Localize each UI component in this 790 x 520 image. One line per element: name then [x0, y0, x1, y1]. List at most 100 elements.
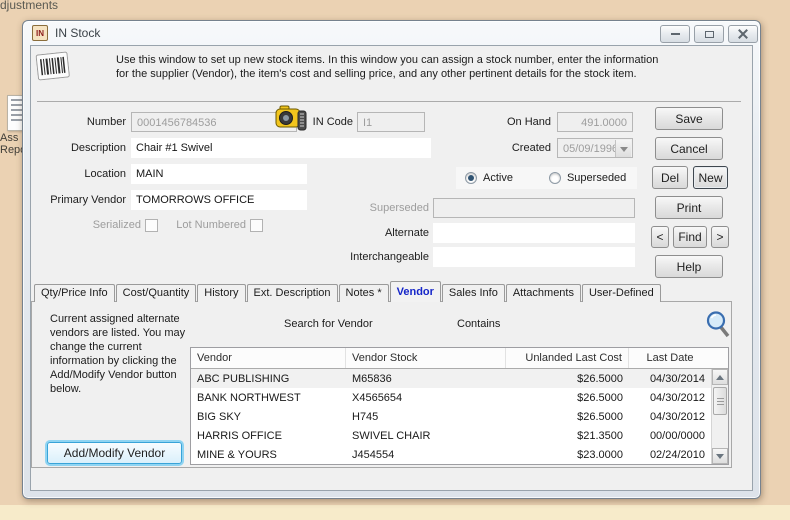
in-stock-window: IN IN Stock Use this window to set up ne…: [22, 20, 761, 499]
cell-vendor-stock: H745: [352, 410, 379, 423]
cell-vendor-stock: J454554: [352, 448, 395, 461]
find-prev-button[interactable]: <: [651, 226, 669, 248]
cell-cost: $26.5000: [577, 372, 623, 385]
cancel-button[interactable]: Cancel: [655, 137, 723, 160]
tab-notes[interactable]: Notes *: [338, 284, 389, 302]
tab-qty-price-info[interactable]: Qty/Price Info: [34, 284, 115, 302]
superseded-field[interactable]: [433, 198, 635, 218]
created-dropdown-button[interactable]: [615, 140, 631, 157]
window-title: IN Stock: [55, 26, 101, 40]
lot-numbered-checkbox[interactable]: [250, 219, 263, 232]
table-row[interactable]: MINE & YOURS J454554 $23.0000 02/24/2010: [191, 445, 728, 464]
barcode-icon: [35, 51, 70, 85]
cell-vendor: HARRIS OFFICE: [197, 429, 282, 442]
created-label: Created: [511, 142, 551, 154]
close-button[interactable]: [728, 25, 758, 43]
contains-label: Contains: [457, 318, 501, 330]
cell-vendor-stock: M65836: [352, 372, 392, 385]
arrow-up-icon: [716, 374, 724, 380]
active-radio-label: Active: [483, 172, 513, 184]
table-scrollbar[interactable]: [711, 369, 728, 464]
cell-cost: $23.0000: [577, 448, 623, 461]
search-icon[interactable]: [705, 310, 731, 338]
primary-vendor-field[interactable]: TOMORROWS OFFICE: [131, 190, 307, 210]
chevron-down-icon: [619, 146, 628, 152]
cell-cost: $21.3500: [577, 429, 623, 442]
number-label: Number: [86, 116, 126, 128]
alternate-field[interactable]: [433, 223, 635, 243]
cell-date: 04/30/2014: [649, 372, 705, 385]
tab-ext-description[interactable]: Ext. Description: [246, 284, 338, 302]
scrollbar-thumb[interactable]: [713, 387, 727, 415]
scroll-up-button[interactable]: [712, 369, 728, 385]
find-button[interactable]: Find: [673, 226, 707, 248]
interchangeable-label: Interchangeable: [350, 251, 429, 263]
col-header-vendor-stock[interactable]: Vendor Stock: [346, 348, 506, 368]
cell-cost: $26.5000: [577, 410, 623, 423]
cell-cost: $26.5000: [577, 391, 623, 404]
in-code-label: IN Code: [312, 116, 353, 128]
col-header-unlanded-last-cost[interactable]: Unlanded Last Cost: [506, 348, 629, 368]
in-stock-app-icon: IN: [32, 25, 48, 41]
created-field[interactable]: 05/09/1996: [557, 138, 633, 158]
scroll-down-button[interactable]: [712, 448, 728, 464]
on-hand-field[interactable]: 491.0000: [557, 112, 633, 132]
vendor-tab-panel: Current assigned alternate vendors are l…: [31, 301, 732, 468]
arrow-down-icon: [716, 453, 724, 459]
superseded-radio[interactable]: [548, 172, 561, 184]
col-header-vendor[interactable]: Vendor: [191, 348, 346, 368]
in-code-field[interactable]: I1: [357, 112, 425, 132]
table-row[interactable]: BANK NORTHWEST X4565654 $26.5000 04/30/2…: [191, 388, 728, 407]
help-button[interactable]: Help: [655, 255, 723, 278]
desktop: djustments Ass Repo IN IN Stock Use this…: [0, 0, 790, 520]
maximize-button[interactable]: [694, 25, 724, 43]
tab-history[interactable]: History: [197, 284, 246, 302]
tab-attachments[interactable]: Attachments: [505, 284, 581, 302]
serialized-label: Serialized: [92, 219, 141, 231]
location-field[interactable]: MAIN: [131, 164, 307, 184]
tab-bar: Qty/Price Info Cost/Quantity History Ext…: [34, 281, 662, 302]
close-icon: [738, 29, 748, 39]
background-text-adjustments: djustments: [0, 0, 59, 12]
new-button[interactable]: New: [693, 166, 728, 189]
serialized-checkbox[interactable]: [145, 219, 158, 232]
lot-numbered-label: Lot Numbered: [176, 219, 246, 231]
add-modify-vendor-button[interactable]: Add/Modify Vendor: [47, 442, 182, 464]
cell-date: 02/24/2010: [649, 448, 705, 461]
location-label: Location: [84, 168, 126, 180]
cell-vendor: BIG SKY: [197, 410, 242, 423]
titlebar[interactable]: IN IN Stock: [23, 21, 760, 45]
tab-cost-quantity[interactable]: Cost/Quantity: [115, 284, 197, 302]
cell-vendor-stock: SWIVEL CHAIR: [352, 429, 431, 442]
separator: [37, 101, 741, 102]
description-field[interactable]: Chair #1 Swivel: [131, 138, 431, 158]
number-field[interactable]: 0001456784536: [131, 112, 297, 132]
table-row[interactable]: HARRIS OFFICE SWIVEL CHAIR $21.3500 00/0…: [191, 426, 728, 445]
vendor-table-header: Vendor Vendor Stock Unlanded Last Cost L…: [191, 348, 728, 369]
vendor-instruction-text: Current assigned alternate vendors are l…: [50, 313, 186, 395]
search-for-vendor-label: Search for Vendor: [284, 318, 373, 330]
find-next-button[interactable]: >: [711, 226, 729, 248]
active-radio[interactable]: [465, 172, 477, 184]
del-button[interactable]: Del: [652, 166, 688, 189]
table-row[interactable]: BIG SKY H745 $26.5000 04/30/2012: [191, 407, 728, 426]
cell-vendor: ABC PUBLISHING: [197, 372, 290, 385]
save-button[interactable]: Save: [655, 107, 723, 130]
minimize-icon: [670, 33, 680, 35]
interchangeable-field[interactable]: [433, 247, 635, 267]
vendor-table: Vendor Vendor Stock Unlanded Last Cost L…: [190, 347, 729, 465]
tab-sales-info[interactable]: Sales Info: [441, 284, 505, 302]
table-row[interactable]: ABC PUBLISHING M65836 $26.5000 04/30/201…: [191, 369, 728, 388]
maximize-icon: [704, 30, 714, 38]
minimize-button[interactable]: [660, 25, 690, 43]
tab-vendor[interactable]: Vendor: [389, 281, 441, 302]
status-radio-group: Active Superseded: [456, 167, 637, 189]
alternate-label: Alternate: [384, 227, 429, 239]
on-hand-label: On Hand: [506, 116, 551, 128]
created-value: 05/09/1996: [563, 143, 619, 155]
tab-user-defined[interactable]: User-Defined: [581, 284, 661, 302]
col-header-last-date[interactable]: Last Date: [629, 348, 711, 368]
cell-date: 04/30/2012: [649, 410, 705, 423]
description-label: Description: [70, 142, 126, 154]
print-button[interactable]: Print: [655, 196, 723, 219]
